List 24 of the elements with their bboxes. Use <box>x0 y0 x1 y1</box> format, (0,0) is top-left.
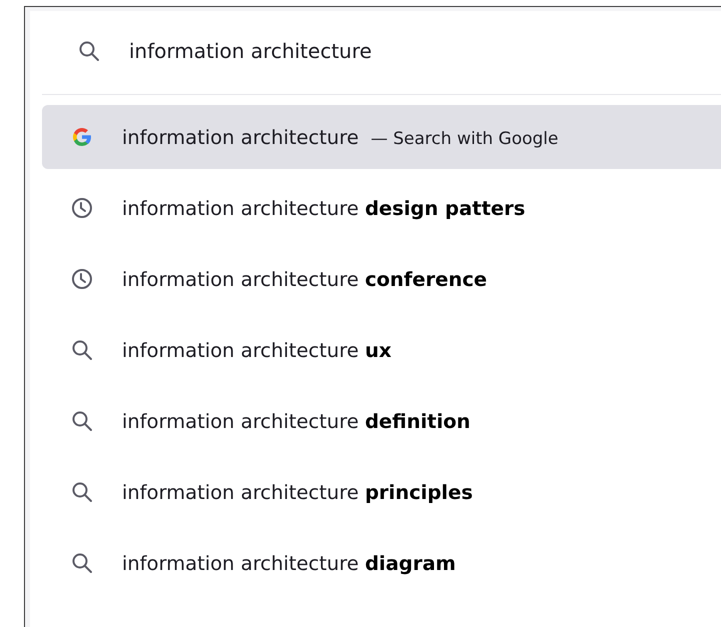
suggestion-row[interactable]: information architecture definition <box>42 389 721 453</box>
suggestion-text: information architecture <box>122 126 359 148</box>
search-icon <box>70 551 94 575</box>
search-icon <box>70 480 94 504</box>
suggestion-text: information architecture design patters <box>122 196 526 220</box>
search-icon <box>77 39 101 63</box>
suggestion-text: information architecture diagram <box>122 552 456 574</box>
google-icon <box>70 125 94 149</box>
suggestion-row[interactable]: information architecture — Search with Google <box>42 105 721 169</box>
suggestion-row[interactable]: information architecture diagram <box>42 531 721 595</box>
clock-icon <box>70 196 94 220</box>
search-icon <box>70 338 94 362</box>
suggestion-text: information architecture principles <box>122 480 473 504</box>
suggestion-text: information architecture definition <box>122 410 470 432</box>
search-action-label: — Search with Google <box>370 128 558 148</box>
search-field[interactable]: information architecture <box>129 39 429 63</box>
clock-icon <box>70 267 94 291</box>
suggestion-text: information architecture ux <box>122 338 392 362</box>
suggestion-row[interactable]: information architecture principles <box>42 460 721 524</box>
suggestion-row[interactable]: information architecture design patters <box>42 176 721 240</box>
suggestion-row[interactable]: information architecture ux <box>42 318 721 382</box>
search-icon <box>70 409 94 433</box>
suggestion-text: information architecture conference <box>122 268 487 290</box>
suggestion-row[interactable]: information architecture conference <box>42 247 721 311</box>
